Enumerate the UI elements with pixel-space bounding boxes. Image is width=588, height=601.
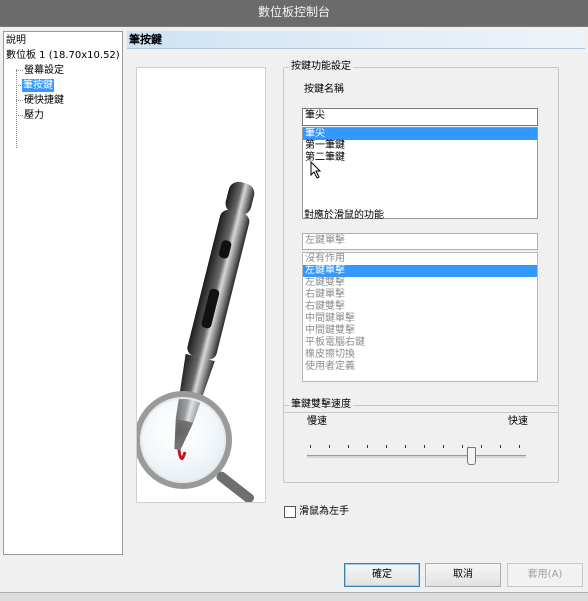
mouse-function-list[interactable]: 沒有作用 左鍵單擊 左鍵雙擊 右鍵單擊 右鍵雙擊 中間鍵單擊 中間鍵雙擊 平板電… (302, 252, 538, 382)
double-click-speed-group-label: 筆鍵雙擊速度 (289, 399, 353, 411)
window-title: 數位板控制台 (257, 5, 330, 19)
list-item-middle-click[interactable]: 中間鍵單擊 (303, 313, 537, 325)
tree-item-pen-buttons[interactable]: 筆按鍵 (22, 79, 54, 92)
list-item-middle-double-click[interactable]: 中間鍵雙擊 (303, 325, 537, 337)
slider-tick (348, 445, 349, 448)
tree-item-hotkeys[interactable]: 硬快捷鍵 (24, 94, 64, 107)
slider-tick (519, 445, 520, 448)
left-handed-label: 滑鼠為左手 (299, 506, 349, 517)
double-click-speed-slider-thumb[interactable] (467, 447, 477, 465)
slider-track[interactable] (307, 455, 526, 458)
list-item-user-defined[interactable]: 使用者定義 (303, 361, 537, 373)
slider-tick (405, 445, 406, 448)
list-item-right-click[interactable]: 右鍵單擊 (303, 289, 537, 301)
slider-tick (329, 445, 330, 448)
mouse-cursor-icon (310, 161, 322, 179)
mouse-function-field[interactable]: 左鍵單擊 (302, 233, 538, 250)
pen-illustration (136, 67, 266, 503)
list-item-eraser-toggle[interactable]: 橡皮擦切換 (303, 349, 537, 361)
slider-tick (386, 445, 387, 448)
apply-button[interactable]: 套用(A) (507, 563, 583, 587)
slider-tick (462, 445, 463, 448)
tree-connector (16, 70, 23, 71)
slow-label: 慢速 (307, 416, 327, 427)
pen-magnifier-image (137, 181, 255, 502)
list-item-second-button[interactable]: 第二筆鍵 (303, 152, 537, 164)
button-name-field[interactable]: 筆尖 (302, 108, 538, 126)
tree-item-screen-settings[interactable]: 螢幕設定 (24, 64, 64, 77)
pen-button-list[interactable]: 筆尖 第一筆鍵 第二筆鍵 (302, 127, 538, 219)
slider-tick (481, 445, 482, 448)
list-item-right-double-click[interactable]: 右鍵雙擊 (303, 301, 537, 313)
list-item-tablet-right-click[interactable]: 平板電腦右鍵 (303, 337, 537, 349)
list-item-first-button[interactable]: 第一筆鍵 (303, 140, 537, 152)
tree-connector (16, 100, 23, 101)
list-item-pen-tip[interactable]: 筆尖 (303, 128, 537, 140)
slider-tick (310, 445, 311, 448)
button-name-label: 按鍵名稱 (304, 84, 344, 95)
left-handed-checkbox[interactable] (284, 506, 296, 518)
fast-label: 快速 (508, 416, 528, 427)
tree-connector (16, 115, 23, 116)
button-settings-group-label: 按鍵功能設定 (289, 61, 353, 73)
list-item-no-action[interactable]: 沒有作用 (303, 253, 537, 265)
tree-connector-line (16, 69, 17, 148)
tree-item-tablet[interactable]: 數位板 1 (18.70x10.52) (6, 49, 120, 62)
dialog-body: 說明 數位板 1 (18.70x10.52) 螢幕設定 筆按鍵 硬快捷鍵 壓力 … (0, 26, 588, 601)
tree-item-pressure[interactable]: 壓力 (24, 109, 44, 122)
tree-item-help[interactable]: 說明 (6, 34, 26, 47)
list-item-left-click[interactable]: 左鍵單擊 (303, 265, 537, 277)
ok-button[interactable]: 確定 (344, 563, 420, 587)
slider-tick (367, 445, 368, 448)
panel-header: 筆按鍵 (127, 31, 585, 49)
list-item-left-double-click[interactable]: 左鍵雙擊 (303, 277, 537, 289)
mouse-function-label: 對應於滑鼠的功能 (304, 210, 384, 221)
slider-tick (424, 445, 425, 448)
panel-title: 筆按鍵 (129, 33, 162, 46)
cancel-button[interactable]: 取消 (425, 563, 501, 587)
slider-tick (500, 445, 501, 448)
settings-tree[interactable]: 說明 數位板 1 (18.70x10.52) 螢幕設定 筆按鍵 硬快捷鍵 壓力 (3, 31, 123, 555)
slider-tick (443, 445, 444, 448)
